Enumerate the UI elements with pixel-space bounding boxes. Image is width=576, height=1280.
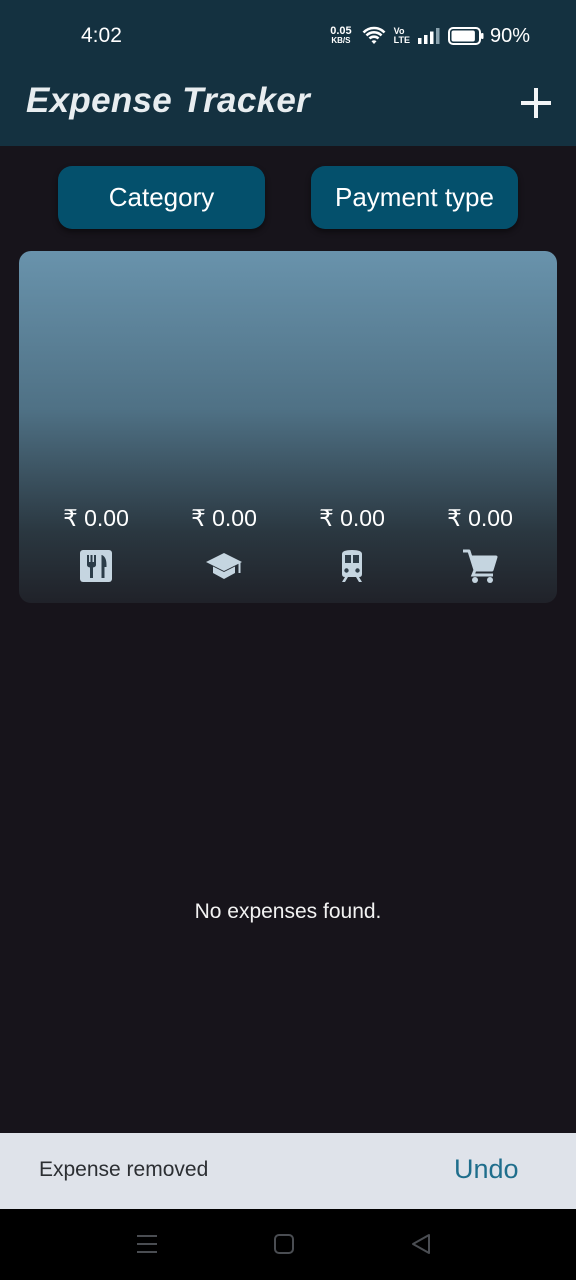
network-speed-unit: KB/S [331,36,351,45]
bucket-amount: ₹ 0.00 [319,505,385,531]
add-expense-button[interactable] [515,82,557,124]
status-bar: 4:02 0.05 KB/S Vo LTE 90% [0,0,576,72]
snackbar-message: Expense removed [39,1158,209,1181]
plus-icon [521,88,551,118]
wifi-icon [362,26,386,44]
snackbar: Expense removed Undo [0,1133,576,1209]
school-icon [206,553,242,579]
expense-summary-chart: ₹ 0.00 ₹ 0.00 ₹ 0.00 ₹ 0.00 [19,251,557,603]
shopping-cart-icon [463,549,498,583]
battery-icon [447,27,484,45]
volte-indicator: Vo LTE [393,26,410,45]
category-filter-button[interactable]: Category [58,166,265,229]
empty-state-message: No expenses found. [194,900,382,923]
home-button[interactable] [271,1231,297,1257]
battery-percent: 90% [489,24,530,47]
app-bar: Expense Tracker [0,72,576,146]
network-speed: 0.05 KB/S [330,26,351,46]
recent-apps-button[interactable] [134,1231,160,1257]
train-icon [342,550,362,582]
bucket-amount: ₹ 0.00 [63,505,129,531]
signal-icon [417,28,440,44]
bucket-amount: ₹ 0.00 [191,505,257,531]
square-icon [274,1234,294,1254]
undo-button[interactable]: Undo [454,1154,519,1185]
app-title: Expense Tracker [26,81,311,120]
back-triangle-icon [412,1234,430,1254]
bucket-amount: ₹ 0.00 [447,505,513,531]
restaurant-icon [80,550,112,582]
status-time: 4:02 [81,24,122,47]
system-nav-bar [0,1209,576,1280]
bucket-education: ₹ 0.00 [160,505,288,585]
back-button[interactable] [408,1231,434,1257]
network-speed-value: 0.05 [330,25,352,37]
bucket-shopping: ₹ 0.00 [416,505,544,585]
menu-icon [137,1235,157,1253]
payment-type-filter-button[interactable]: Payment type [311,166,518,229]
status-icons: 0.05 KB/S Vo LTE 90% [330,22,530,50]
bucket-travel: ₹ 0.00 [288,505,416,585]
bucket-food: ₹ 0.00 [32,505,160,585]
